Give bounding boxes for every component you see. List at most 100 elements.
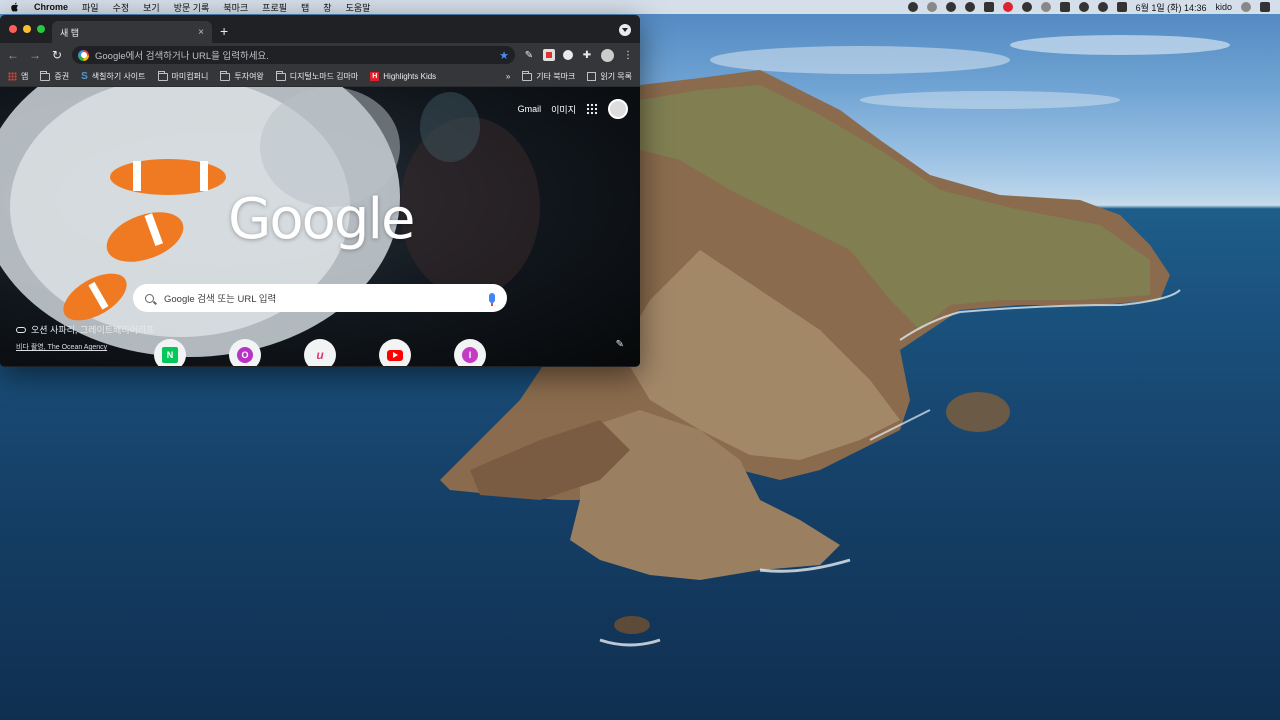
u-logo-icon: u (316, 348, 324, 362)
s-logo-icon: S (81, 71, 88, 82)
pen-extension-icon[interactable]: ✎ (523, 49, 535, 61)
bookmarks-right: » 기타 북마크 읽기 목록 (506, 70, 632, 82)
shortcut-o[interactable]: O (229, 339, 261, 366)
folder-icon (275, 70, 286, 81)
menu-edit[interactable]: 수정 (113, 1, 130, 14)
google-account-avatar[interactable] (608, 99, 628, 119)
ntp-search-box[interactable]: Google 검색 또는 URL 입력 (133, 284, 507, 312)
bookmark-label: 디지털노마드 김마마 (289, 72, 359, 81)
customize-pencil-icon[interactable]: ✎ (616, 339, 624, 350)
menu-datetime[interactable]: 6월 1일 (화) 14:36 (1136, 1, 1207, 14)
status-icon-6[interactable] (1002, 2, 1013, 12)
red-extension-icon[interactable] (543, 49, 555, 61)
folder-icon (522, 70, 533, 81)
close-window-button[interactable] (9, 25, 17, 33)
menu-help[interactable]: 도움말 (346, 1, 371, 14)
tab-strip: 새 탭 × + (0, 15, 640, 43)
bookmark-folder-nomad[interactable]: 디지털노마드 김마마 (275, 70, 359, 82)
bookmark-folder-stocks[interactable]: 증권 (40, 70, 70, 82)
tab-close-icon[interactable]: × (198, 27, 204, 38)
bookmark-label: 증권 (54, 72, 70, 81)
bookmark-star-icon[interactable]: ★ (499, 49, 509, 62)
shortcut-i[interactable]: I (454, 339, 486, 366)
shortcut-naver[interactable]: N (154, 339, 186, 366)
input-method-icon[interactable] (1059, 2, 1070, 12)
menu-app-name[interactable]: Chrome (34, 2, 68, 12)
apple-logo-icon[interactable] (10, 2, 20, 12)
new-tab-button[interactable]: + (220, 23, 228, 39)
tab-search-button[interactable] (619, 24, 631, 36)
profile-avatar[interactable] (601, 48, 614, 62)
background-credit[interactable]: 오션 사파리, 그레이트배리어리프 비다 촬영, The Ocean Agenc… (16, 323, 154, 352)
reading-list-icon (587, 72, 597, 81)
control-center-icon[interactable] (1260, 2, 1270, 12)
tab-new-tab[interactable]: 새 탭 × (52, 21, 212, 43)
folder-icon (40, 70, 51, 81)
spotlight-search-icon[interactable] (1241, 2, 1251, 12)
status-icon-2[interactable] (926, 2, 937, 12)
bookmark-other-label: 기타 북마크 (536, 72, 576, 81)
browser-toolbar: ← → ↻ Google에서 검색하거나 URL을 입력하세요. ★ ✎ ✚ ⋮ (0, 43, 640, 67)
shortcut-u[interactable]: u (304, 339, 336, 366)
gmail-link[interactable]: Gmail (518, 104, 542, 114)
zoom-window-button[interactable] (37, 25, 45, 33)
folder-icon (220, 70, 231, 81)
bookmark-other-folder[interactable]: 기타 북마크 (522, 70, 576, 82)
google-apps-grid-icon[interactable] (586, 103, 598, 115)
google-logo: Google (228, 187, 415, 252)
credit-author: 비다 촬영, The Ocean Agency (16, 344, 108, 351)
naver-logo-icon: N (162, 347, 178, 363)
status-icon-1[interactable] (907, 2, 918, 12)
menu-tab[interactable]: 탭 (301, 1, 309, 14)
puzzle-extensions-icon[interactable]: ✚ (581, 49, 593, 61)
status-icon-3[interactable] (945, 2, 956, 12)
window-controls (9, 25, 45, 33)
images-link[interactable]: 이미지 (551, 103, 576, 116)
bookmark-highlights-kids[interactable]: H Highlights Kids (370, 72, 436, 81)
status-icon-5[interactable] (983, 2, 994, 12)
menu-history[interactable]: 방문 기록 (174, 1, 210, 14)
minimize-window-button[interactable] (23, 25, 31, 33)
new-tab-page: Gmail 이미지 Google Google 검색 또는 URL 입력 오션 … (0, 87, 640, 366)
status-area: 6월 1일 (화) 14:36 kido (907, 1, 1270, 14)
battery-icon[interactable] (1116, 2, 1127, 12)
shortcut-tiles: N O u I (154, 339, 486, 366)
bookmark-folder-invest[interactable]: 투자여왕 (220, 70, 264, 82)
o-logo-icon: O (237, 347, 253, 363)
bookmark-apps[interactable]: 앱 (8, 71, 28, 82)
back-arrow-icon[interactable]: ← (6, 48, 20, 62)
address-bar[interactable]: Google에서 검색하거나 URL을 입력하세요. ★ (72, 46, 515, 64)
glasses-icon[interactable] (964, 2, 975, 12)
apps-grid-icon (8, 72, 17, 81)
ntp-search-placeholder: Google 검색 또는 URL 입력 (164, 294, 277, 305)
more-menu-icon[interactable]: ⋮ (622, 49, 634, 61)
shortcut-youtube[interactable] (379, 339, 411, 366)
highlights-logo-icon: H (370, 72, 380, 81)
microphone-icon[interactable] (489, 293, 495, 306)
bookmarks-overflow-button[interactable]: » (506, 72, 510, 81)
bluetooth-icon[interactable] (1040, 2, 1051, 12)
bookmark-label: 색칠하기 사이트 (91, 72, 146, 81)
menu-window[interactable]: 창 (323, 1, 331, 14)
reading-list-label: 읽기 목록 (600, 72, 632, 81)
menu-username[interactable]: kido (1215, 2, 1232, 12)
bookmark-folder-mamicompany[interactable]: 마미컴퍼니 (157, 70, 208, 82)
reading-list-button[interactable]: 읽기 목록 (587, 71, 632, 82)
ntp-top-links: Gmail 이미지 (518, 99, 628, 119)
search-icon (145, 293, 154, 303)
circle-extension-icon[interactable] (563, 50, 573, 60)
wifi-icon[interactable] (1078, 2, 1089, 12)
forward-arrow-icon[interactable]: → (28, 48, 42, 62)
link-icon (16, 326, 26, 333)
menu-view[interactable]: 보기 (143, 1, 160, 14)
bookmark-coloring-sites[interactable]: S 색칠하기 사이트 (81, 71, 145, 82)
volume-icon[interactable] (1097, 2, 1108, 12)
menu-profiles[interactable]: 프로필 (262, 1, 287, 14)
youtube-logo-icon (387, 349, 403, 361)
bookmark-label: Highlights Kids (383, 72, 437, 81)
menu-file[interactable]: 파일 (82, 1, 99, 14)
status-icon-7[interactable] (1021, 2, 1032, 12)
google-icon (78, 49, 89, 61)
reload-icon[interactable]: ↻ (50, 48, 64, 62)
menu-bookmarks[interactable]: 북마크 (223, 1, 248, 14)
